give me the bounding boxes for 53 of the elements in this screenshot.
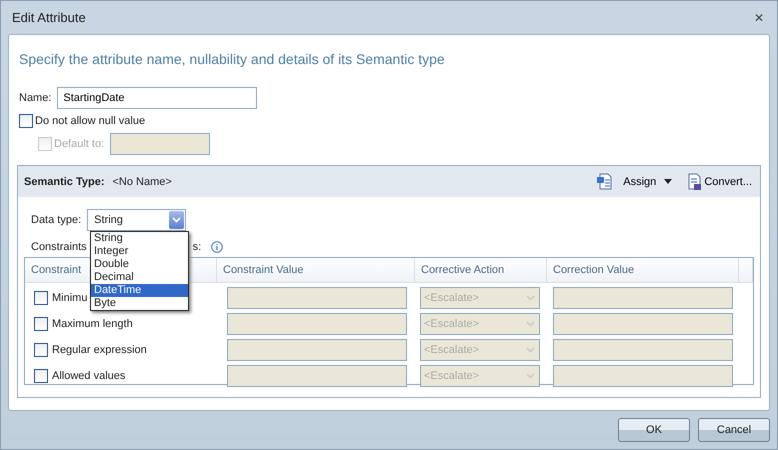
constraint-value-field[interactable] xyxy=(227,365,407,387)
constraints-label: Constraints xyxy=(31,241,87,253)
semantic-type-value: <No Name> xyxy=(112,176,172,188)
dialog-button[interactable]: Cancel xyxy=(698,418,770,442)
window-title: Edit Attribute xyxy=(12,10,86,25)
checkbox-label: Do not allow null value xyxy=(35,115,146,127)
column-header: Correction Value xyxy=(547,258,739,282)
column-header: Corrective Action xyxy=(415,258,547,282)
chevron-icon xyxy=(169,211,184,229)
constraint-name: Allowed values xyxy=(52,370,126,382)
heading: Specify the attribute name, nullability and details of its Semantic type xyxy=(19,51,446,67)
checkbox-label: Default to: xyxy=(54,138,104,150)
checkbox[interactable] xyxy=(34,343,48,357)
constraint-value-field[interactable] xyxy=(227,339,407,361)
dropdown-option[interactable]: Byte xyxy=(91,297,188,310)
checkbox[interactable] xyxy=(19,114,33,128)
dialog-button[interactable]: OK xyxy=(618,418,690,442)
name-label: Name: xyxy=(19,92,52,104)
constraint-name: Regular expression xyxy=(52,344,147,356)
document-icon xyxy=(597,173,614,190)
correction-value-field[interactable] xyxy=(553,339,733,361)
constraint-name: Minimu xyxy=(52,292,88,304)
default-field[interactable] xyxy=(110,133,210,155)
data-type-select[interactable]: String xyxy=(87,209,186,231)
correction-value-field[interactable] xyxy=(553,313,733,335)
chevron-icon xyxy=(526,321,535,327)
chevron-icon xyxy=(526,373,535,379)
dropdown-option[interactable]: DateTime xyxy=(91,284,188,297)
assign-button[interactable]: Assign xyxy=(621,176,674,188)
correction-value-field[interactable] xyxy=(553,287,733,309)
dropdown-option[interactable]: Double xyxy=(91,258,188,271)
constraint-value-field[interactable] xyxy=(227,287,407,309)
dropdown-option[interactable]: Integer xyxy=(91,245,188,258)
dropdown-option[interactable]: String xyxy=(91,232,188,245)
semantic-type-label: Semantic Type: xyxy=(24,176,104,188)
constraint-name: Maximum length xyxy=(52,318,133,330)
info-icon xyxy=(211,241,224,253)
dropdown-option[interactable]: Decimal xyxy=(91,271,188,284)
close-icon[interactable]: ✕ xyxy=(754,10,764,24)
chevron-icon xyxy=(526,295,535,301)
checkbox[interactable] xyxy=(34,317,48,331)
constraints-label-end: s: xyxy=(192,241,202,253)
checkbox[interactable] xyxy=(34,291,48,305)
chevron-icon xyxy=(526,347,535,353)
caret-icon xyxy=(664,179,672,184)
column-header: Constraint Value xyxy=(217,258,415,282)
constraint-value-field[interactable] xyxy=(227,313,407,335)
data-type-label: Data type: xyxy=(31,214,82,226)
name-field[interactable]: StartingDate xyxy=(57,87,258,109)
convert-button[interactable]: Convert... xyxy=(702,176,754,188)
checkbox[interactable] xyxy=(34,369,48,383)
correction-value-field[interactable] xyxy=(553,365,733,387)
document-icon xyxy=(688,173,702,190)
